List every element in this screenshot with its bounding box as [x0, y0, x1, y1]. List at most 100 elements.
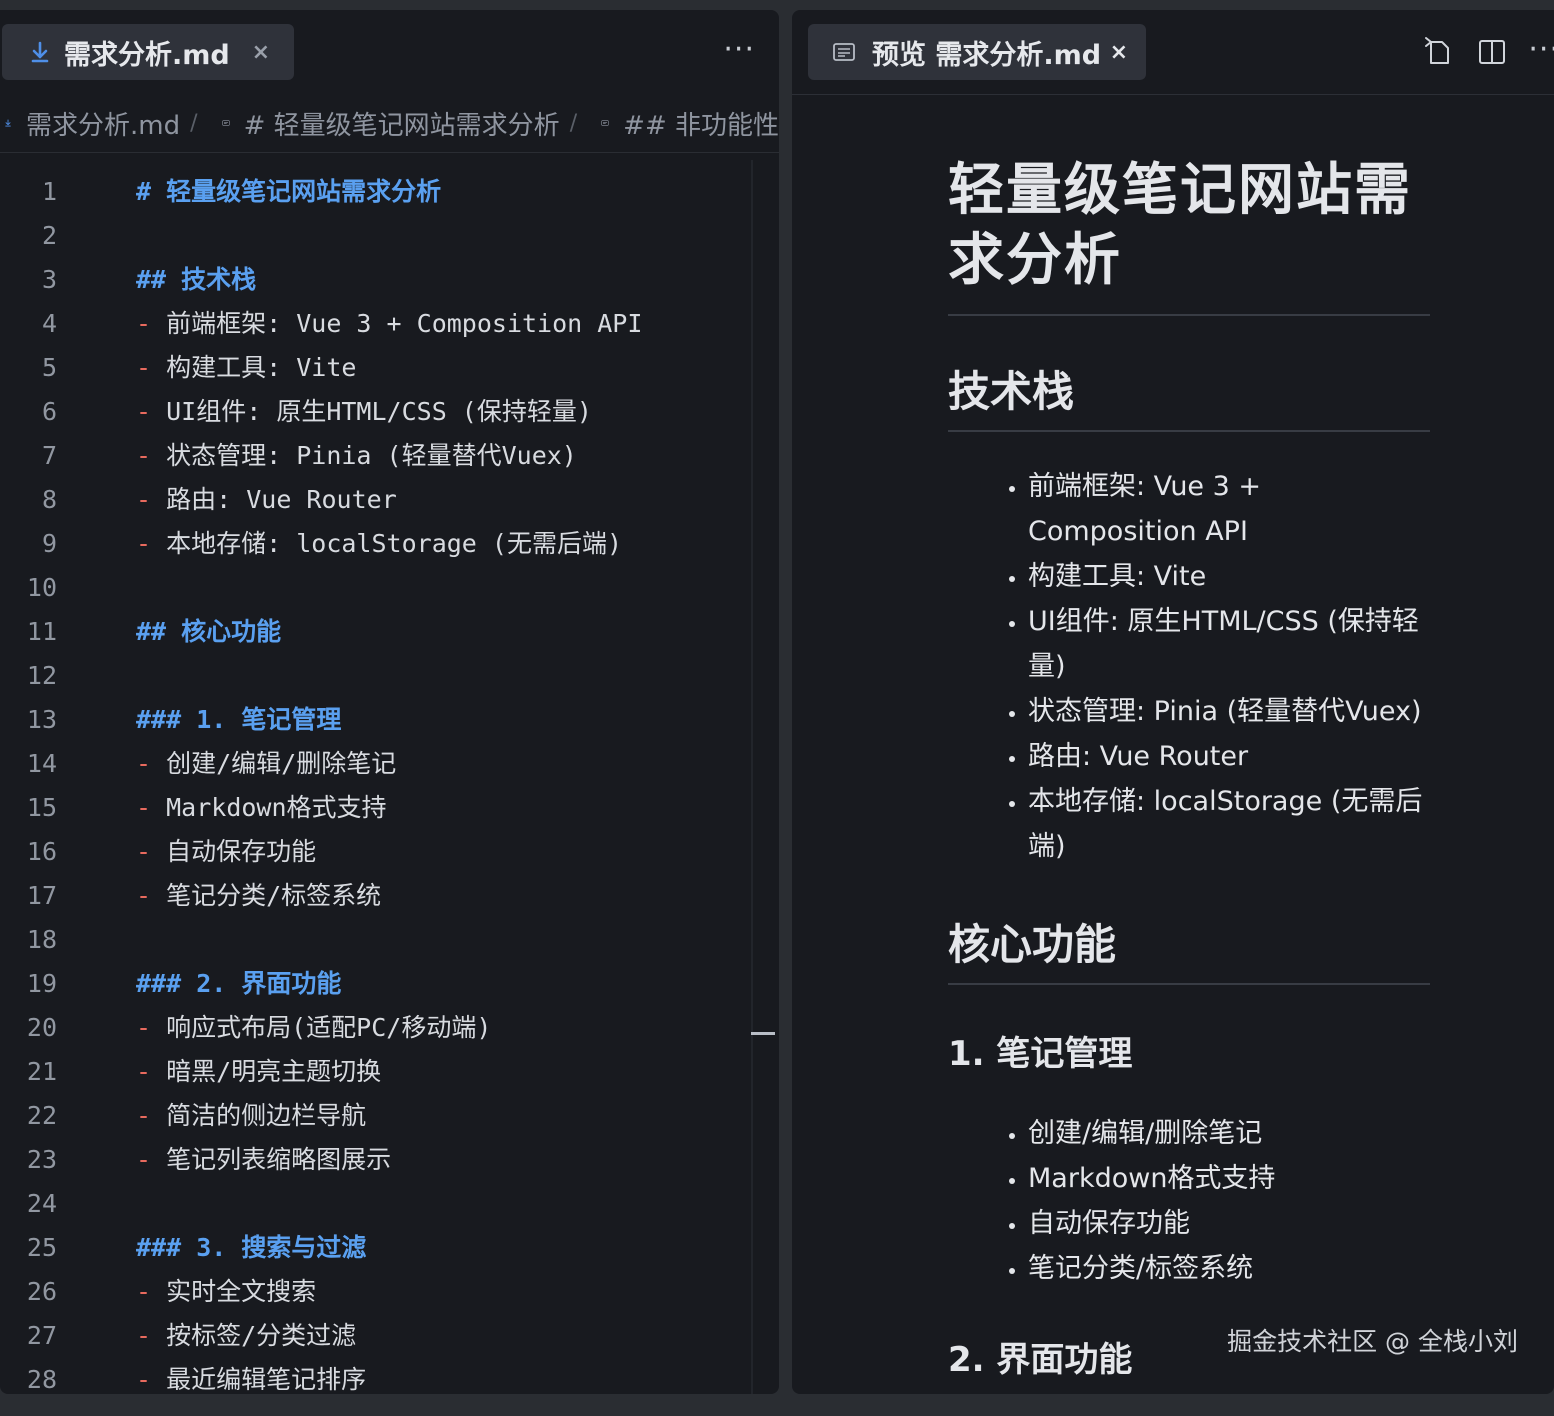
code-line[interactable]: 8 - 路由: Vue Router	[0, 478, 751, 522]
code-line[interactable]: 1 # 轻量级笔记网站需求分析	[0, 170, 751, 214]
code-line[interactable]: 11 ## 核心功能	[0, 610, 751, 654]
code-line[interactable]: 15 - Markdown格式支持	[0, 786, 751, 830]
list-dash: -	[136, 1013, 152, 1042]
code-line[interactable]: 28 - 最近编辑笔记排序	[0, 1358, 751, 1394]
code-line[interactable]: 13 ### 1. 笔记管理	[0, 698, 751, 742]
list-item: 自动保存功能	[1028, 1201, 1430, 1246]
editor-tab[interactable]: 需求分析.md ×	[2, 24, 294, 80]
line-number: 25	[26, 1233, 57, 1262]
markdown-heading-text: ### 1. 笔记管理	[136, 705, 342, 734]
editor-pane: 需求分析.md × ··· 需求分析.md / # 轻量级笔记网站需求分析 / …	[0, 10, 779, 1394]
line-number: 24	[26, 1189, 57, 1218]
code-line[interactable]: 27 - 按标签/分类过滤	[0, 1314, 751, 1358]
list-item: 构建工具: Vite	[1028, 554, 1430, 599]
scrollbar-position-marker[interactable]	[751, 1032, 775, 1035]
code-line[interactable]: 17 - 笔记分类/标签系统	[0, 874, 751, 918]
line-content: ## 核心功能	[136, 610, 281, 654]
code-line[interactable]: 9 - 本地存储: localStorage (无需后端)	[0, 522, 751, 566]
list-dash: -	[136, 793, 152, 822]
line-content: - Markdown格式支持	[136, 786, 387, 830]
line-number: 27	[26, 1321, 57, 1350]
list-item-text: Markdown格式支持	[166, 793, 387, 822]
markdown-preview: 轻量级笔记网站需求分析 技术栈 前端框架: Vue 3 + Compositio…	[948, 94, 1430, 1385]
line-number: 21	[26, 1057, 57, 1086]
code-line[interactable]: 7 - 状态管理: Pinia (轻量替代Vuex)	[0, 434, 751, 478]
line-number: 6	[41, 397, 57, 426]
list-item: 路由: Vue Router	[1028, 734, 1430, 779]
preview-h2-tech: 技术栈	[948, 364, 1430, 432]
list-item: 前端框架: Vue 3 + Composition API	[1028, 464, 1430, 554]
code-line[interactable]: 25 ### 3. 搜索与过滤	[0, 1226, 751, 1270]
list-dash: -	[136, 441, 152, 470]
code-line[interactable]: 23 - 笔记列表缩略图展示	[0, 1138, 751, 1182]
markdown-heading-text: ## 核心功能	[136, 617, 282, 646]
symbol-string-icon	[601, 120, 609, 126]
code-line[interactable]: 12	[0, 654, 751, 698]
code-line[interactable]: 26 - 实时全文搜索	[0, 1270, 751, 1314]
code-line[interactable]: 22 - 简洁的侧边栏导航	[0, 1094, 751, 1138]
scrollbar-track[interactable]	[751, 160, 753, 1394]
preview-tab[interactable]: 预览 需求分析.md ×	[808, 24, 1146, 80]
list-dash: -	[136, 837, 152, 866]
breadcrumb-file[interactable]: 需求分析.md	[26, 105, 180, 142]
list-item: 笔记分类/标签系统	[1028, 1246, 1430, 1291]
line-number: 26	[26, 1277, 57, 1306]
line-number: 9	[41, 529, 57, 558]
list-dash: -	[136, 1057, 152, 1086]
code-line[interactable]: 2	[0, 214, 751, 258]
line-content: - UI组件: 原生HTML/CSS (保持轻量)	[136, 390, 592, 434]
code-line[interactable]: 14 - 创建/编辑/删除笔记	[0, 742, 751, 786]
markdown-heading-text: ### 2. 界面功能	[136, 969, 342, 998]
code-line[interactable]: 21 - 暗黑/明亮主题切换	[0, 1050, 751, 1094]
preview-h3-notes: 1. 笔记管理	[948, 1034, 1133, 1074]
breadcrumb-h1[interactable]: # 轻量级笔记网站需求分析	[244, 105, 560, 142]
code-line[interactable]: 6 - UI组件: 原生HTML/CSS (保持轻量)	[0, 390, 751, 434]
line-content: - 路由: Vue Router	[136, 478, 397, 522]
line-number: 19	[26, 969, 57, 998]
open-source-icon[interactable]	[1422, 36, 1454, 68]
preview-h2-core: 核心功能	[948, 917, 1430, 985]
line-number: 5	[41, 353, 57, 382]
code-line[interactable]: 20 - 响应式布局(适配PC/移动端)	[0, 1006, 751, 1050]
list-item-text: 路由: Vue Router	[166, 485, 397, 514]
code-line[interactable]: 24	[0, 1182, 751, 1226]
line-number: 14	[26, 749, 57, 778]
list-item: 状态管理: Pinia (轻量替代Vuex)	[1028, 689, 1430, 734]
code-line[interactable]: 3 ## 技术栈	[0, 258, 751, 302]
close-icon[interactable]: ×	[1110, 40, 1128, 65]
close-icon[interactable]: ×	[252, 40, 270, 65]
line-number: 16	[26, 837, 57, 866]
line-content: - 前端框架: Vue 3 + Composition API	[136, 302, 642, 346]
line-content: - 按标签/分类过滤	[136, 1314, 356, 1358]
code-line[interactable]: 19 ### 2. 界面功能	[0, 962, 751, 1006]
code-editor[interactable]: 1 # 轻量级笔记网站需求分析 2 3 ## 技术栈 4- 前端框架: Vue 3 + C…	[0, 170, 751, 1394]
list-item-text: 本地存储: localStorage (无需后端)	[166, 529, 622, 558]
code-line[interactable]: 18	[0, 918, 751, 962]
line-content: - 笔记列表缩略图展示	[136, 1138, 391, 1182]
line-content: - 最近编辑笔记排序	[136, 1358, 366, 1394]
more-actions-icon[interactable]: ···	[723, 32, 755, 67]
code-line[interactable]: 10	[0, 566, 751, 610]
list-item-text: 响应式布局(适配PC/移动端)	[166, 1013, 492, 1042]
breadcrumb-h2[interactable]: ## 非功能性	[623, 105, 779, 142]
line-content: ### 2. 界面功能	[136, 962, 341, 1006]
code-line[interactable]: 5 - 构建工具: Vite	[0, 346, 751, 390]
list-dash: -	[136, 1145, 152, 1174]
list-item-text: 状态管理: Pinia (轻量替代Vuex)	[166, 441, 577, 470]
line-number: 23	[26, 1145, 57, 1174]
line-number: 2	[41, 221, 57, 250]
line-number: 10	[26, 573, 57, 602]
more-actions-icon[interactable]: ···	[1528, 32, 1554, 67]
split-editor-icon[interactable]	[1476, 36, 1508, 68]
code-line[interactable]: 16 - 自动保存功能	[0, 830, 751, 874]
list-item: 创建/编辑/删除笔记	[1028, 1111, 1430, 1156]
line-number: 22	[26, 1101, 57, 1130]
line-content: - 实时全文搜索	[136, 1270, 316, 1314]
line-content: - 笔记分类/标签系统	[136, 874, 381, 918]
code-line[interactable]: 4 - 前端框架: Vue 3 + Composition API	[0, 302, 751, 346]
list-dash: -	[136, 353, 152, 382]
line-number: 12	[26, 661, 57, 690]
list-dash: -	[136, 1101, 152, 1130]
line-content: # 轻量级笔记网站需求分析	[136, 170, 441, 214]
breadcrumb: 需求分析.md / # 轻量级笔记网站需求分析 / ## 非功能性	[0, 94, 779, 153]
